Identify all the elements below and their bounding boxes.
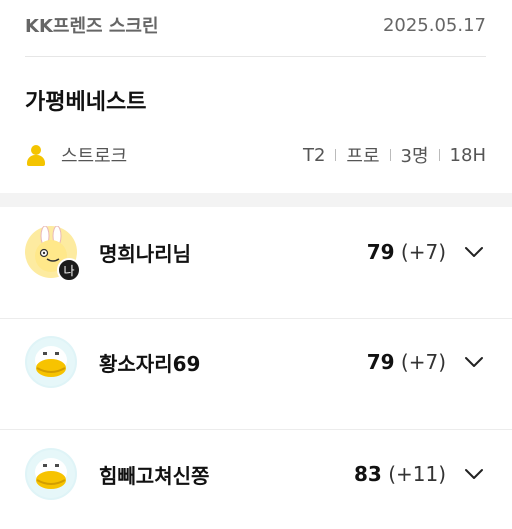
player-row[interactable]: 황소자리69 79 (+7) <box>25 307 486 417</box>
duck-avatar <box>25 448 77 500</box>
meta-separator <box>335 149 337 161</box>
player-name: 명희나리님 <box>99 241 191 266</box>
chevron-down-icon[interactable] <box>462 240 486 264</box>
holes-label: 18H <box>449 144 486 166</box>
course-name: 가평베네스트 <box>25 90 147 115</box>
round-date: 2025.05.17 <box>382 14 486 36</box>
level-label: 프로 <box>346 146 380 167</box>
duck-avatar-icon <box>27 450 75 498</box>
venue-name: KK프렌즈 스크린 <box>25 16 159 37</box>
top-bar: KK프렌즈 스크린 2025.05.17 <box>25 10 486 40</box>
chevron-down-icon[interactable] <box>462 350 486 374</box>
game-info-row: 스트로크 T2 프로 3명 18H <box>25 140 486 170</box>
player-score: 83 (+11) <box>354 462 446 486</box>
chevron-down-icon[interactable] <box>462 462 486 486</box>
game-meta: T2 프로 3명 18H <box>303 142 486 168</box>
player-row[interactable]: 나 명희나리님 79 (+7) <box>25 197 486 307</box>
game-mode-label: 스트로크 <box>61 146 128 167</box>
score-diff: (+7) <box>400 240 446 264</box>
score-value: 79 <box>366 350 395 374</box>
person-icon <box>25 143 47 167</box>
rabbit-avatar: 나 <box>25 225 81 282</box>
game-mode: 스트로크 <box>25 142 127 168</box>
meta-separator <box>389 149 391 161</box>
duck-avatar-icon <box>27 338 75 386</box>
score-diff: (+7) <box>400 350 446 374</box>
player-score: 79 (+7) <box>367 240 446 264</box>
score-value: 79 <box>366 240 395 264</box>
player-score: 79 (+7) <box>367 350 446 374</box>
players-count: 3명 <box>400 146 429 167</box>
me-badge: 나 <box>57 258 81 282</box>
score-diff: (+11) <box>388 462 446 486</box>
duck-avatar <box>25 336 77 388</box>
player-row[interactable]: 힘빼고쳐신쫑 83 (+11) <box>25 419 486 529</box>
header-divider <box>25 56 486 57</box>
player-name: 힘빼고쳐신쫑 <box>99 463 210 488</box>
tee-label: T2 <box>302 144 326 166</box>
player-name: 황소자리69 <box>99 351 201 376</box>
score-value: 83 <box>353 462 382 486</box>
meta-separator <box>438 149 440 161</box>
